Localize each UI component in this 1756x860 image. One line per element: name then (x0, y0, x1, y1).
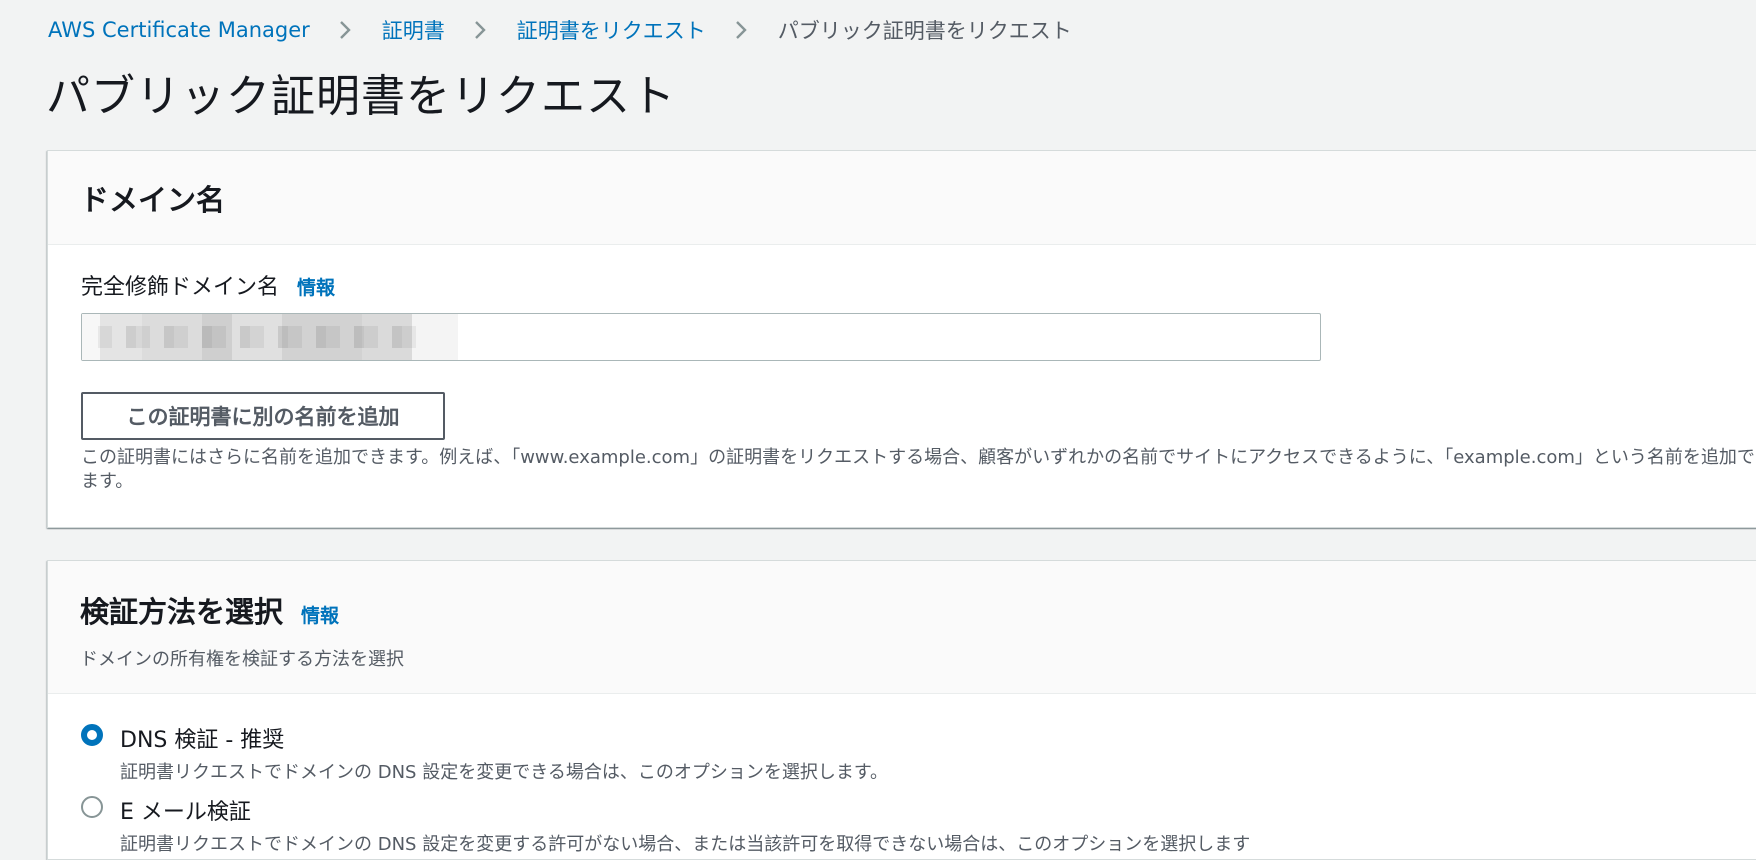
email-validation-label: E メール検証 (120, 800, 251, 825)
method-panel-header: 検証方法を選択 情報 ドメインの所有権を検証する方法を選択 (48, 561, 1756, 694)
add-another-name-button[interactable]: この証明書に別の名前を追加 (81, 392, 445, 440)
dns-validation-label: DNS 検証 - 推奨 (120, 728, 285, 753)
validation-method-panel: 検証方法を選択 情報 ドメインの所有権を検証する方法を選択 DNS 検証 - 推… (47, 560, 1756, 860)
method-title-row: 検証方法を選択 情報 (80, 589, 1734, 631)
dns-validation-text: DNS 検証 - 推奨 証明書リクエストでドメインの DNS 設定を変更できる場… (120, 722, 888, 784)
fqdn-label-row: 完全修飾ドメイン名 情報 (81, 269, 335, 301)
domain-name-panel: ドメイン名 完全修飾ドメイン名 情報 この証明書に別の名前を追加 この証明書には… (47, 150, 1756, 528)
email-validation-option[interactable]: E メール検証 証明書リクエストでドメインの DNS 設定を変更する許可がない場… (81, 794, 1250, 856)
chevron-right-icon (334, 14, 358, 46)
chevron-right-icon (469, 14, 493, 46)
domain-panel-title: ドメイン名 (80, 182, 226, 217)
method-info-link[interactable]: 情報 (301, 601, 339, 628)
method-panel-title: 検証方法を選択 (80, 595, 284, 629)
fqdn-label: 完全修飾ドメイン名 (81, 275, 280, 300)
dns-validation-radio[interactable] (81, 724, 103, 746)
email-validation-text: E メール検証 証明書リクエストでドメインの DNS 設定を変更する許可がない場… (120, 794, 1250, 856)
method-panel-description: ドメインの所有権を検証する方法を選択 (80, 649, 404, 670)
domain-panel-header: ドメイン名 (48, 151, 1756, 245)
add-name-helper-text: この証明書にはさらに名前を追加できます。例えば、「www.example.com… (81, 447, 1756, 492)
breadcrumb-certificates-link[interactable]: 証明書 (382, 15, 445, 45)
dns-validation-option[interactable]: DNS 検証 - 推奨 証明書リクエストでドメインの DNS 設定を変更できる場… (81, 722, 888, 784)
breadcrumb-current: パブリック証明書をリクエスト (777, 19, 1072, 43)
breadcrumb-acm-link[interactable]: AWS Certificate Manager (48, 18, 310, 42)
dns-validation-description: 証明書リクエストでドメインの DNS 設定を変更できる場合は、このオプションを選… (120, 762, 889, 783)
breadcrumb-request-link[interactable]: 証明書をリクエスト (517, 15, 706, 45)
page-title: パブリック証明書をリクエスト (46, 71, 676, 122)
fqdn-info-link[interactable]: 情報 (297, 273, 335, 300)
email-validation-radio[interactable] (81, 796, 103, 818)
breadcrumb: AWS Certificate Manager 証明書 証明書をリクエスト パブ… (48, 14, 1072, 46)
chevron-right-icon (730, 14, 754, 46)
email-validation-description: 証明書リクエストでドメインの DNS 設定を変更する許可がない場合、または当該許… (120, 834, 1251, 855)
fqdn-input[interactable] (81, 313, 1321, 361)
